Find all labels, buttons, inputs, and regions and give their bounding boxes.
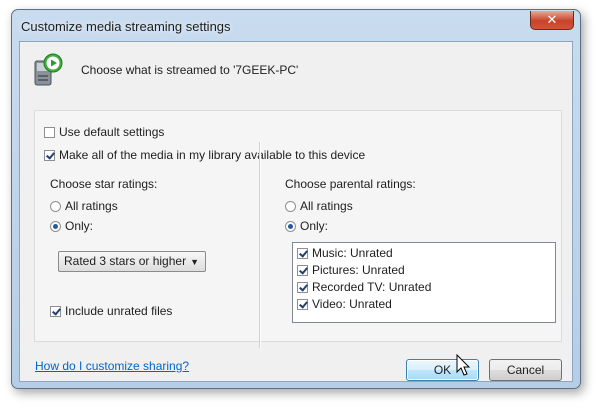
recorded-tv-rating-label: Recorded TV: Unrated [312,280,432,294]
list-item-music[interactable]: Music: Unrated [297,246,393,260]
parental-only-radio[interactable]: Only: [285,219,328,233]
close-button[interactable]: ✕ [530,11,574,30]
use-default-label: Use default settings [59,125,165,139]
include-unrated-files-checkbox[interactable]: Include unrated files [50,304,172,318]
star-all-ratings-label: All ratings [65,199,118,213]
mouse-pointer-icon [456,354,471,376]
parental-only-label: Only: [300,219,329,233]
help-link[interactable]: How do I customize sharing? [35,359,189,373]
parental-all-ratings-radio[interactable]: All ratings [285,199,353,213]
media-streaming-device-icon [34,53,63,86]
star-all-radio-circle[interactable] [50,200,61,212]
cancel-button[interactable]: Cancel [489,359,562,381]
music-rating-label: Music: Unrated [312,246,393,260]
star-all-ratings-radio[interactable]: All ratings [50,199,118,213]
star-ratings-heading: Choose star ratings: [50,177,158,191]
parental-all-ratings-label: All ratings [300,199,353,213]
dialog-client-area: Choose what is streamed to '7GEEK-PC' Us… [19,41,573,382]
title-bar[interactable]: Customize media streaming settings ✕ [12,10,580,42]
include-unrated-label: Include unrated files [65,304,173,318]
star-only-radio-circle[interactable] [50,220,61,232]
parental-ratings-heading: Choose parental ratings: [285,177,416,191]
list-item-pictures[interactable]: Pictures: Unrated [297,263,405,277]
parental-only-radio-circle[interactable] [285,220,296,232]
list-item-recorded-tv[interactable]: Recorded TV: Unrated [297,280,431,294]
window-title: Customize media streaming settings [21,19,231,34]
star-rating-dropdown[interactable]: Rated 3 stars or higher ▼ [58,251,206,272]
music-checkbox[interactable] [297,247,308,259]
star-only-label: Only: [65,219,94,233]
pictures-rating-label: Pictures: Unrated [312,263,405,277]
use-default-checkbox-box[interactable] [44,126,55,138]
pictures-checkbox[interactable] [297,264,308,276]
use-default-settings-checkbox[interactable]: Use default settings [44,125,164,139]
parental-ratings-listbox[interactable]: Music: Unrated Pictures: Unrated Recorde… [292,242,556,323]
dropdown-arrow-icon: ▼ [190,257,199,267]
star-only-radio[interactable]: Only: [50,219,93,233]
include-unrated-checkbox-box[interactable] [50,305,61,317]
recorded-tv-checkbox[interactable] [297,281,308,293]
star-rating-dropdown-value: Rated 3 stars or higher [64,254,187,268]
video-checkbox[interactable] [297,298,308,310]
make-all-label: Make all of the media in my library avai… [59,148,366,162]
header-text: Choose what is streamed to '7GEEK-PC' [81,63,299,77]
list-item-video[interactable]: Video: Unrated [297,297,392,311]
parental-all-radio-circle[interactable] [285,200,296,212]
column-divider [259,142,261,348]
make-all-media-available-checkbox[interactable]: Make all of the media in my library avai… [44,148,365,162]
make-all-checkbox-box[interactable] [44,149,55,161]
video-rating-label: Video: Unrated [312,297,392,311]
media-streaming-dialog: Customize media streaming settings ✕ Cho… [11,9,581,389]
